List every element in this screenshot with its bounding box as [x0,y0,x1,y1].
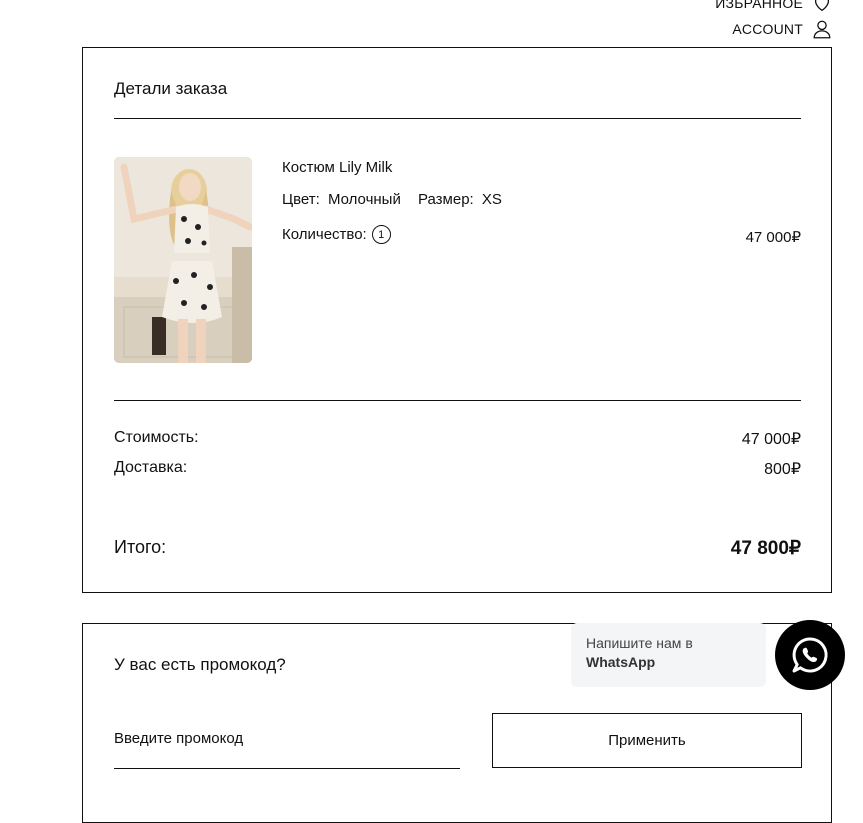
favorites-label: ИЗБРАННОЕ [715,0,803,11]
cost-row: Стоимость: 47 000₽ [114,429,801,449]
cost-value: 47 000₽ [741,431,801,448]
promo-title: У вас есть промокод? [114,655,286,674]
total-value: 47 800₽ [730,538,801,559]
whatsapp-button[interactable] [775,620,845,690]
product-attributes: Цвет: Молочный Размер: XS [282,191,506,208]
product-image[interactable] [114,157,252,363]
product-price: 47 000₽ [745,229,801,246]
delivery-value: 800₽ [764,461,801,478]
heart-icon [814,0,830,12]
delivery-row: Доставка: 800₽ [114,459,801,479]
account-label: ACCOUNT [732,21,803,37]
product-name[interactable]: Костюм Lily Milk [282,159,392,176]
order-details-card: Детали заказа Костюм Lily Milk Цвет: Мол… [82,47,832,593]
divider [114,400,801,401]
size-value: XS [481,191,502,208]
promo-code-input[interactable]: Введите промокод [114,730,243,747]
total-row: Итого: 47 800₽ [114,537,801,560]
whatsapp-bubble-line1: Напишите нам в [586,635,693,651]
whatsapp-icon [792,637,828,673]
size-label: Размер: [418,191,474,208]
favorites-link[interactable]: ИЗБРАННОЕ [715,0,833,15]
user-icon [813,20,831,39]
cost-label: Стоимость: [114,429,199,446]
divider [114,118,801,119]
account-link[interactable]: ACCOUNT [732,17,833,41]
color-value: Молочный [327,191,401,208]
whatsapp-bubble[interactable]: Напишите нам в WhatsApp [571,623,766,687]
order-details-title: Детали заказа [114,79,228,98]
apply-button[interactable]: Применить [492,713,802,768]
quantity-badge: 1 [371,225,391,244]
total-label: Итого: [114,537,167,557]
product-quantity: Количество: 1 [282,225,391,244]
promo-input-underline [114,768,460,769]
quantity-label: Количество: [282,226,367,243]
delivery-label: Доставка: [114,459,188,476]
whatsapp-bubble-line2: WhatsApp [586,654,656,670]
color-label: Цвет: [282,191,320,208]
